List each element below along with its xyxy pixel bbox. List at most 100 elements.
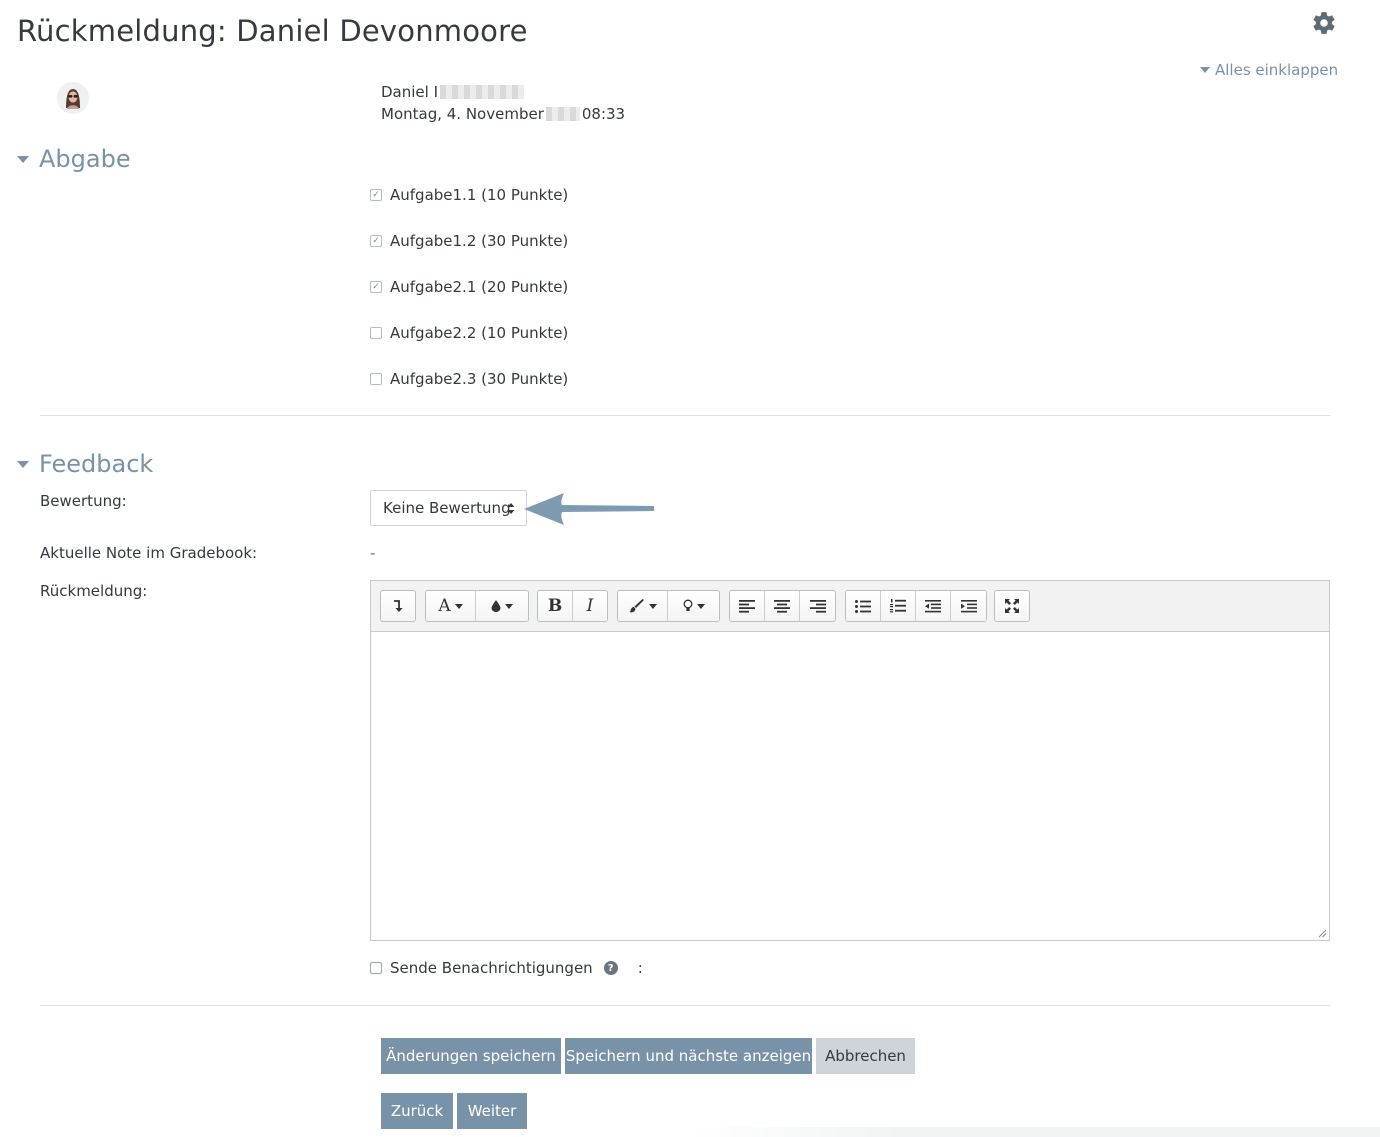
align-center-icon bbox=[774, 599, 790, 613]
previous-button[interactable]: Zurück bbox=[381, 1093, 453, 1129]
user-portrait-icon bbox=[57, 82, 89, 114]
align-right-icon bbox=[809, 599, 826, 613]
toolbar-align-center-button[interactable] bbox=[765, 591, 800, 621]
grade-label: Bewertung: bbox=[40, 492, 127, 510]
expand-icon bbox=[1005, 599, 1019, 613]
collapse-all-label: Alles einklappen bbox=[1215, 61, 1339, 79]
ink-drop-icon bbox=[491, 600, 501, 612]
annotation-arrow-icon bbox=[524, 493, 654, 525]
submission-time-text: 08:33 bbox=[581, 105, 626, 123]
paintbrush-icon bbox=[628, 599, 644, 613]
current-grade-value: - bbox=[370, 544, 376, 562]
checklist-item-label: Aufgabe1.2 (30 Punkte) bbox=[390, 232, 569, 250]
section-abgabe-title: Abgabe bbox=[39, 145, 131, 173]
submission-date-text: Montag, 4. November bbox=[381, 105, 544, 123]
toolbar-group-style: A bbox=[425, 590, 529, 622]
user-fullname-text: Daniel I bbox=[381, 83, 439, 101]
checklist-item: ✓ Aufgabe2.1 (20 Punkte) bbox=[370, 278, 568, 296]
checklist-item: ✓ Aufgabe1.2 (30 Punkte) bbox=[370, 232, 568, 250]
divider bbox=[40, 415, 1330, 416]
send-notifications-row: Sende Benachrichtigungen ? : bbox=[370, 959, 643, 977]
help-icon[interactable]: ? bbox=[603, 961, 618, 975]
italic-icon: I bbox=[586, 596, 594, 616]
select-updown-icon bbox=[507, 503, 515, 514]
caret-down-icon bbox=[17, 460, 29, 468]
editor-content-area[interactable] bbox=[371, 633, 1329, 940]
checklist-item: Aufgabe2.2 (10 Punkte) bbox=[370, 324, 568, 342]
notify-colon: : bbox=[637, 959, 643, 977]
toolbar-align-right-button[interactable] bbox=[800, 591, 835, 621]
grade-select[interactable]: Keine Bewertung bbox=[370, 490, 527, 526]
toolbar-idea-button[interactable] bbox=[668, 591, 719, 621]
toolbar-color-button[interactable] bbox=[476, 591, 528, 621]
section-feedback-title: Feedback bbox=[39, 450, 154, 478]
editor-toolbar: A B I bbox=[371, 581, 1329, 632]
cancel-button[interactable]: Abbrechen bbox=[816, 1038, 915, 1074]
resize-handle-icon[interactable] bbox=[1318, 929, 1327, 938]
indent-icon bbox=[960, 599, 977, 612]
user-fullname: Daniel I bbox=[381, 83, 526, 101]
caret-down-icon bbox=[17, 155, 29, 163]
caret-down-icon bbox=[696, 603, 705, 609]
grade-select-value: Keine Bewertung bbox=[383, 499, 511, 517]
feedback-editor: A B I bbox=[370, 580, 1330, 941]
checklist-item: Aufgabe2.3 (30 Punkte) bbox=[370, 370, 568, 388]
redacted-area bbox=[440, 85, 525, 99]
caret-down-icon bbox=[505, 603, 513, 609]
checklist-item-label: Aufgabe1.1 (10 Punkte) bbox=[390, 186, 569, 204]
save-and-next-button[interactable]: Speichern und nächste anzeigen bbox=[565, 1038, 812, 1074]
checklist-item-label: Aufgabe2.1 (20 Punkte) bbox=[390, 278, 569, 296]
toolbar-group-align bbox=[729, 590, 836, 622]
arrow-down-turn-icon bbox=[394, 600, 403, 612]
bullet-list-icon bbox=[855, 599, 871, 613]
toolbar-group-fullscreen bbox=[994, 590, 1030, 622]
send-notifications-checkbox[interactable] bbox=[370, 962, 382, 974]
redacted-area bbox=[545, 107, 580, 121]
toolbar-indent-button[interactable] bbox=[951, 591, 986, 621]
checkbox bbox=[370, 373, 382, 385]
bottom-shadow bbox=[690, 1127, 1380, 1137]
lightbulb-icon bbox=[683, 599, 692, 611]
toolbar-group-collapse bbox=[380, 590, 416, 622]
toolbar-outdent-button[interactable] bbox=[916, 591, 951, 621]
collapse-all-link[interactable]: Alles einklappen bbox=[1200, 61, 1338, 79]
outdent-icon bbox=[925, 599, 941, 612]
toolbar-italic-button[interactable]: I bbox=[573, 591, 607, 621]
section-feedback-toggle[interactable]: Feedback bbox=[17, 450, 153, 478]
toolbar-bullet-list-button[interactable] bbox=[846, 591, 881, 621]
toolbar-brush-button[interactable] bbox=[618, 591, 668, 621]
font-a-icon: A bbox=[438, 596, 451, 616]
divider bbox=[40, 1005, 1330, 1006]
checkbox bbox=[370, 327, 382, 339]
toolbar-group-insert bbox=[617, 590, 720, 622]
caret-down-icon bbox=[1200, 67, 1210, 73]
checklist-item-label: Aufgabe2.2 (10 Punkte) bbox=[390, 324, 569, 342]
toolbar-collapse-button[interactable] bbox=[381, 591, 415, 621]
toolbar-fullscreen-button[interactable] bbox=[995, 591, 1029, 621]
checklist-item-label: Aufgabe2.3 (30 Punkte) bbox=[390, 370, 569, 388]
checklist-item: ✓ Aufgabe1.1 (10 Punkte) bbox=[370, 186, 568, 204]
checkbox: ✓ bbox=[370, 281, 382, 293]
checkbox: ✓ bbox=[370, 189, 382, 201]
next-button[interactable]: Weiter bbox=[457, 1093, 527, 1129]
page-title: Rückmeldung: Daniel Devonmoore bbox=[17, 14, 528, 48]
toolbar-align-left-button[interactable] bbox=[730, 591, 765, 621]
section-abgabe-toggle[interactable]: Abgabe bbox=[17, 145, 131, 173]
toolbar-numbered-list-button[interactable] bbox=[881, 591, 916, 621]
caret-down-icon bbox=[648, 603, 657, 609]
bold-icon: B bbox=[547, 596, 563, 616]
gear-icon[interactable] bbox=[1311, 10, 1337, 36]
caret-down-icon bbox=[454, 603, 463, 609]
checkbox: ✓ bbox=[370, 235, 382, 247]
current-grade-label: Aktuelle Note im Gradebook: bbox=[40, 544, 258, 562]
toolbar-bold-button[interactable]: B bbox=[538, 591, 573, 621]
toolbar-font-button[interactable]: A bbox=[426, 591, 476, 621]
toolbar-group-format: B I bbox=[537, 590, 608, 622]
save-changes-button[interactable]: Änderungen speichern bbox=[381, 1038, 561, 1074]
send-notifications-label: Sende Benachrichtigungen bbox=[390, 959, 593, 977]
align-left-icon bbox=[739, 599, 755, 613]
numbered-list-icon bbox=[890, 599, 906, 613]
toolbar-group-lists bbox=[845, 590, 987, 622]
submission-date: Montag, 4. November 08:33 bbox=[381, 105, 625, 123]
avatar[interactable] bbox=[57, 82, 89, 114]
